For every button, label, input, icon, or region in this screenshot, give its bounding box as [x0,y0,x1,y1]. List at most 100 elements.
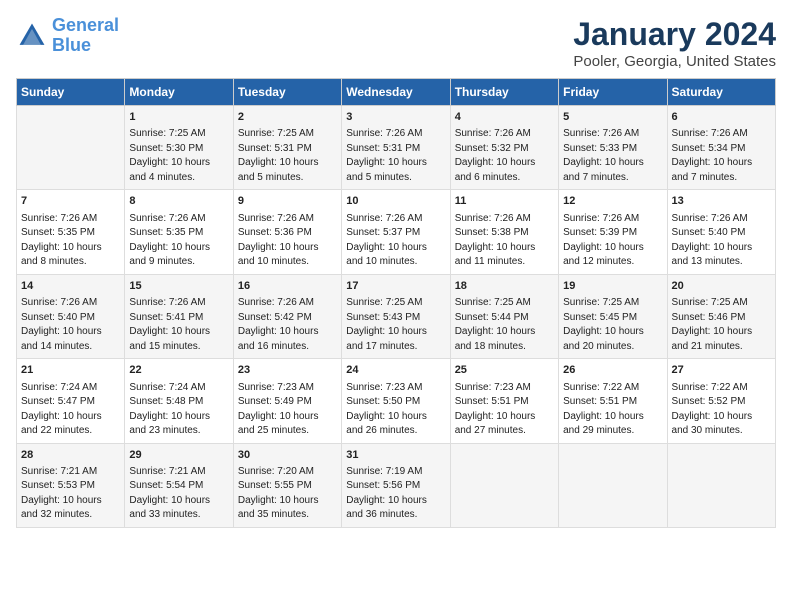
calendar-cell [17,106,125,190]
calendar-cell: 1 Sunrise: 7:25 AM Sunset: 5:30 PM Daylig… [125,106,233,190]
calendar-cell: 25Sunrise: 7:23 AM Sunset: 5:51 PM Dayli… [450,359,558,443]
calendar-cell: 23Sunrise: 7:23 AM Sunset: 5:49 PM Dayli… [233,359,341,443]
calendar-row-4: 21Sunrise: 7:24 AM Sunset: 5:47 PM Dayli… [17,359,776,443]
day-info: Sunrise: 7:23 AM Sunset: 5:51 PM Dayligh… [455,381,554,439]
day-number: 11 [455,194,554,209]
logo-general: General [52,15,119,35]
calendar-cell: 31Sunrise: 7:19 AM Sunset: 5:56 PM Dayli… [342,443,450,527]
page-header: General Blue January 2024 Pooler, Georgi… [16,16,776,70]
day-info: Sunrise: 7:23 AM Sunset: 5:49 PM Dayligh… [238,381,337,439]
day-info: Sunrise: 7:24 AM Sunset: 5:47 PM Dayligh… [21,381,120,439]
day-info: Sunrise: 7:26 AM Sunset: 5:38 PM Dayligh… [455,212,554,270]
day-info: Sunrise: 7:26 AM Sunset: 5:42 PM Dayligh… [238,296,337,354]
day-number: 14 [21,279,120,294]
calendar-cell: 26 Sunrise: 7:22 AM Sunset: 5:51 PM Dayli… [559,359,667,443]
calendar-cell: 5 Sunrise: 7:26 AM Sunset: 5:33 PM Daylig… [559,106,667,190]
weekday-header-monday: Monday [125,79,233,106]
calendar-cell: 10Sunrise: 7:26 AM Sunset: 5:37 PM Dayli… [342,190,450,274]
calendar-row-5: 28 Sunrise: 7:21 AM Sunset: 5:53 PM Dayli… [17,443,776,527]
calendar-cell [667,443,775,527]
logo-icon [16,20,48,52]
day-number: 15 [129,279,228,294]
calendar-table: SundayMondayTuesdayWednesdayThursdayFrid… [16,78,776,528]
weekday-header-saturday: Saturday [667,79,775,106]
day-info: Sunrise: 7:24 AM Sunset: 5:48 PM Dayligh… [129,381,228,439]
page-subtitle: Pooler, Georgia, United States [573,53,776,70]
calendar-cell: 19 Sunrise: 7:25 AM Sunset: 5:45 PM Dayli… [559,274,667,358]
day-info: Sunrise: 7:22 AM Sunset: 5:51 PM Dayligh… [563,381,662,439]
calendar-cell: 16 Sunrise: 7:26 AM Sunset: 5:42 PM Dayli… [233,274,341,358]
calendar-cell: 6 Sunrise: 7:26 AM Sunset: 5:34 PM Daylig… [667,106,775,190]
day-number: 9 [238,194,337,209]
calendar-cell [559,443,667,527]
calendar-cell: 3Sunrise: 7:26 AM Sunset: 5:31 PM Daylig… [342,106,450,190]
day-number: 17 [346,279,445,294]
day-number: 30 [238,448,337,463]
day-number: 26 [563,363,662,378]
calendar-row-3: 14 Sunrise: 7:26 AM Sunset: 5:40 PM Dayli… [17,274,776,358]
day-info: Sunrise: 7:26 AM Sunset: 5:36 PM Dayligh… [238,212,337,270]
calendar-cell: 27 Sunrise: 7:22 AM Sunset: 5:52 PM Dayli… [667,359,775,443]
day-number: 2 [238,110,337,125]
day-info: Sunrise: 7:25 AM Sunset: 5:45 PM Dayligh… [563,296,662,354]
day-info: Sunrise: 7:26 AM Sunset: 5:35 PM Dayligh… [129,212,228,270]
weekday-header-sunday: Sunday [17,79,125,106]
calendar-row-1: 1 Sunrise: 7:25 AM Sunset: 5:30 PM Daylig… [17,106,776,190]
day-info: Sunrise: 7:26 AM Sunset: 5:32 PM Dayligh… [455,127,554,185]
day-info: Sunrise: 7:19 AM Sunset: 5:56 PM Dayligh… [346,465,445,523]
day-number: 7 [21,194,120,209]
day-number: 3 [346,110,445,125]
day-info: Sunrise: 7:26 AM Sunset: 5:39 PM Dayligh… [563,212,662,270]
day-number: 1 [129,110,228,125]
calendar-cell: 30Sunrise: 7:20 AM Sunset: 5:55 PM Dayli… [233,443,341,527]
calendar-cell: 22 Sunrise: 7:24 AM Sunset: 5:48 PM Dayli… [125,359,233,443]
day-number: 6 [672,110,771,125]
day-info: Sunrise: 7:25 AM Sunset: 5:43 PM Dayligh… [346,296,445,354]
day-number: 8 [129,194,228,209]
calendar-cell: 2Sunrise: 7:25 AM Sunset: 5:31 PM Daylig… [233,106,341,190]
day-number: 4 [455,110,554,125]
weekday-header-row: SundayMondayTuesdayWednesdayThursdayFrid… [17,79,776,106]
day-number: 22 [129,363,228,378]
day-number: 28 [21,448,120,463]
day-info: Sunrise: 7:21 AM Sunset: 5:53 PM Dayligh… [21,465,120,523]
calendar-cell: 14 Sunrise: 7:26 AM Sunset: 5:40 PM Dayli… [17,274,125,358]
day-number: 5 [563,110,662,125]
calendar-cell: 8 Sunrise: 7:26 AM Sunset: 5:35 PM Daylig… [125,190,233,274]
day-number: 18 [455,279,554,294]
day-info: Sunrise: 7:26 AM Sunset: 5:40 PM Dayligh… [672,212,771,270]
title-block: January 2024 Pooler, Georgia, United Sta… [573,16,776,70]
calendar-row-2: 7 Sunrise: 7:26 AM Sunset: 5:35 PM Daylig… [17,190,776,274]
weekday-header-friday: Friday [559,79,667,106]
calendar-cell: 28 Sunrise: 7:21 AM Sunset: 5:53 PM Dayli… [17,443,125,527]
day-number: 19 [563,279,662,294]
day-number: 29 [129,448,228,463]
day-info: Sunrise: 7:26 AM Sunset: 5:40 PM Dayligh… [21,296,120,354]
day-number: 20 [672,279,771,294]
calendar-cell: 4 Sunrise: 7:26 AM Sunset: 5:32 PM Daylig… [450,106,558,190]
day-info: Sunrise: 7:26 AM Sunset: 5:33 PM Dayligh… [563,127,662,185]
day-number: 27 [672,363,771,378]
day-info: Sunrise: 7:26 AM Sunset: 5:34 PM Dayligh… [672,127,771,185]
day-info: Sunrise: 7:25 AM Sunset: 5:30 PM Dayligh… [129,127,228,185]
day-number: 12 [563,194,662,209]
day-number: 10 [346,194,445,209]
calendar-cell: 12 Sunrise: 7:26 AM Sunset: 5:39 PM Dayli… [559,190,667,274]
calendar-cell: 29 Sunrise: 7:21 AM Sunset: 5:54 PM Dayli… [125,443,233,527]
calendar-cell: 24Sunrise: 7:23 AM Sunset: 5:50 PM Dayli… [342,359,450,443]
weekday-header-thursday: Thursday [450,79,558,106]
day-info: Sunrise: 7:26 AM Sunset: 5:41 PM Dayligh… [129,296,228,354]
day-info: Sunrise: 7:21 AM Sunset: 5:54 PM Dayligh… [129,465,228,523]
day-info: Sunrise: 7:25 AM Sunset: 5:46 PM Dayligh… [672,296,771,354]
day-number: 16 [238,279,337,294]
day-info: Sunrise: 7:25 AM Sunset: 5:44 PM Dayligh… [455,296,554,354]
weekday-header-wednesday: Wednesday [342,79,450,106]
day-info: Sunrise: 7:22 AM Sunset: 5:52 PM Dayligh… [672,381,771,439]
weekday-header-tuesday: Tuesday [233,79,341,106]
calendar-cell [450,443,558,527]
calendar-cell: 17 Sunrise: 7:25 AM Sunset: 5:43 PM Dayli… [342,274,450,358]
logo: General Blue [16,16,119,56]
calendar-cell: 7Sunrise: 7:26 AM Sunset: 5:35 PM Daylig… [17,190,125,274]
calendar-cell: 20 Sunrise: 7:25 AM Sunset: 5:46 PM Dayli… [667,274,775,358]
calendar-cell: 11 Sunrise: 7:26 AM Sunset: 5:38 PM Dayli… [450,190,558,274]
